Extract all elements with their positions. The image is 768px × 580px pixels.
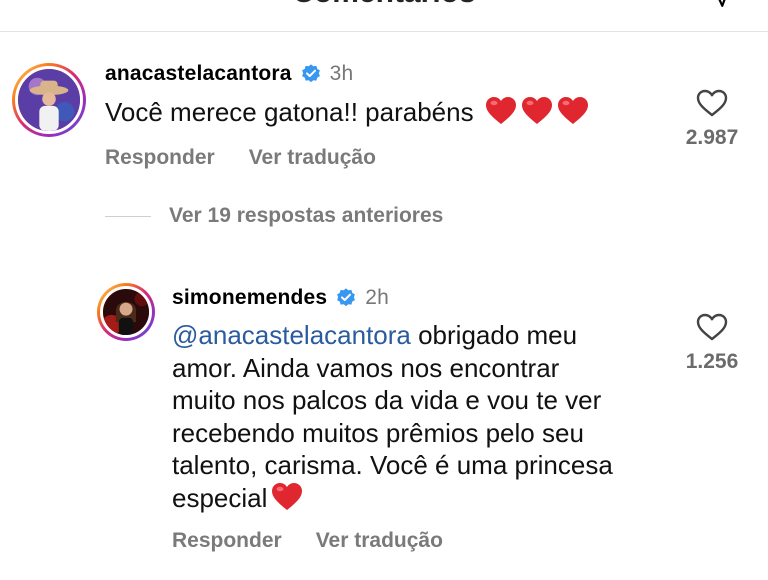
like-count: 1.256	[685, 350, 739, 373]
avatar-image	[103, 289, 149, 335]
username-link[interactable]: simonemendes	[172, 286, 327, 310]
like-column: 1.256	[672, 312, 752, 374]
like-column: 2.987	[672, 88, 752, 150]
reply-actions: Responder Ver tradução	[172, 529, 443, 553]
timestamp: 3h	[329, 62, 354, 85]
reply-button[interactable]: Responder	[105, 146, 215, 170]
heart-emoji-icon	[485, 97, 516, 124]
page-title: Comentários	[0, 0, 768, 10]
reply-username-row: simonemendes 2h	[172, 286, 389, 310]
comment-text: Você merece gatona!! parabéns	[105, 97, 474, 127]
like-heart-icon[interactable]	[695, 312, 729, 342]
translate-button[interactable]: Ver tradução	[316, 529, 443, 553]
avatar-image	[18, 69, 80, 131]
heart-emoji-icon	[521, 97, 552, 124]
like-heart-icon[interactable]	[695, 88, 729, 118]
reply-line: @anacastelacantora obrigado meu	[172, 320, 578, 350]
username-link[interactable]: anacastelacantora	[105, 62, 292, 86]
replies-divider	[105, 216, 151, 217]
translate-button[interactable]: Ver tradução	[249, 146, 376, 170]
reply-body: @anacastelacantora obrigado meu amor. Ai…	[172, 319, 672, 514]
reply-line: amor. Ainda vamos nos encontrar	[172, 352, 560, 383]
comment-body: Você merece gatona!! parabéns	[105, 96, 589, 129]
verified-badge-icon	[337, 288, 356, 307]
verified-badge-icon	[301, 64, 320, 83]
timestamp: 2h	[365, 286, 390, 309]
reply-line: muito nos palcos da vida e vou te ver	[172, 385, 602, 415]
share-icon[interactable]	[706, 0, 732, 8]
heart-emoji-icon	[557, 97, 588, 124]
comment-actions: Responder Ver tradução	[105, 146, 376, 170]
header-divider	[0, 31, 768, 32]
avatar[interactable]	[12, 63, 86, 137]
reply-line: especial	[172, 482, 672, 515]
view-replies-button[interactable]: Ver 19 respostas anteriores	[169, 204, 443, 228]
mention-link[interactable]: @anacastelacantora	[172, 320, 411, 350]
reply-line: recebendo muitos prêmios pelo seu	[172, 417, 584, 448]
heart-emoji-icon	[272, 482, 303, 510]
like-count: 2.987	[685, 126, 739, 149]
reply-button[interactable]: Responder	[172, 529, 282, 553]
avatar[interactable]	[97, 283, 155, 341]
reply-line: talento, carisma. Você é uma princesa	[172, 450, 613, 480]
comment-username-row: anacastelacantora 3h	[105, 62, 353, 86]
